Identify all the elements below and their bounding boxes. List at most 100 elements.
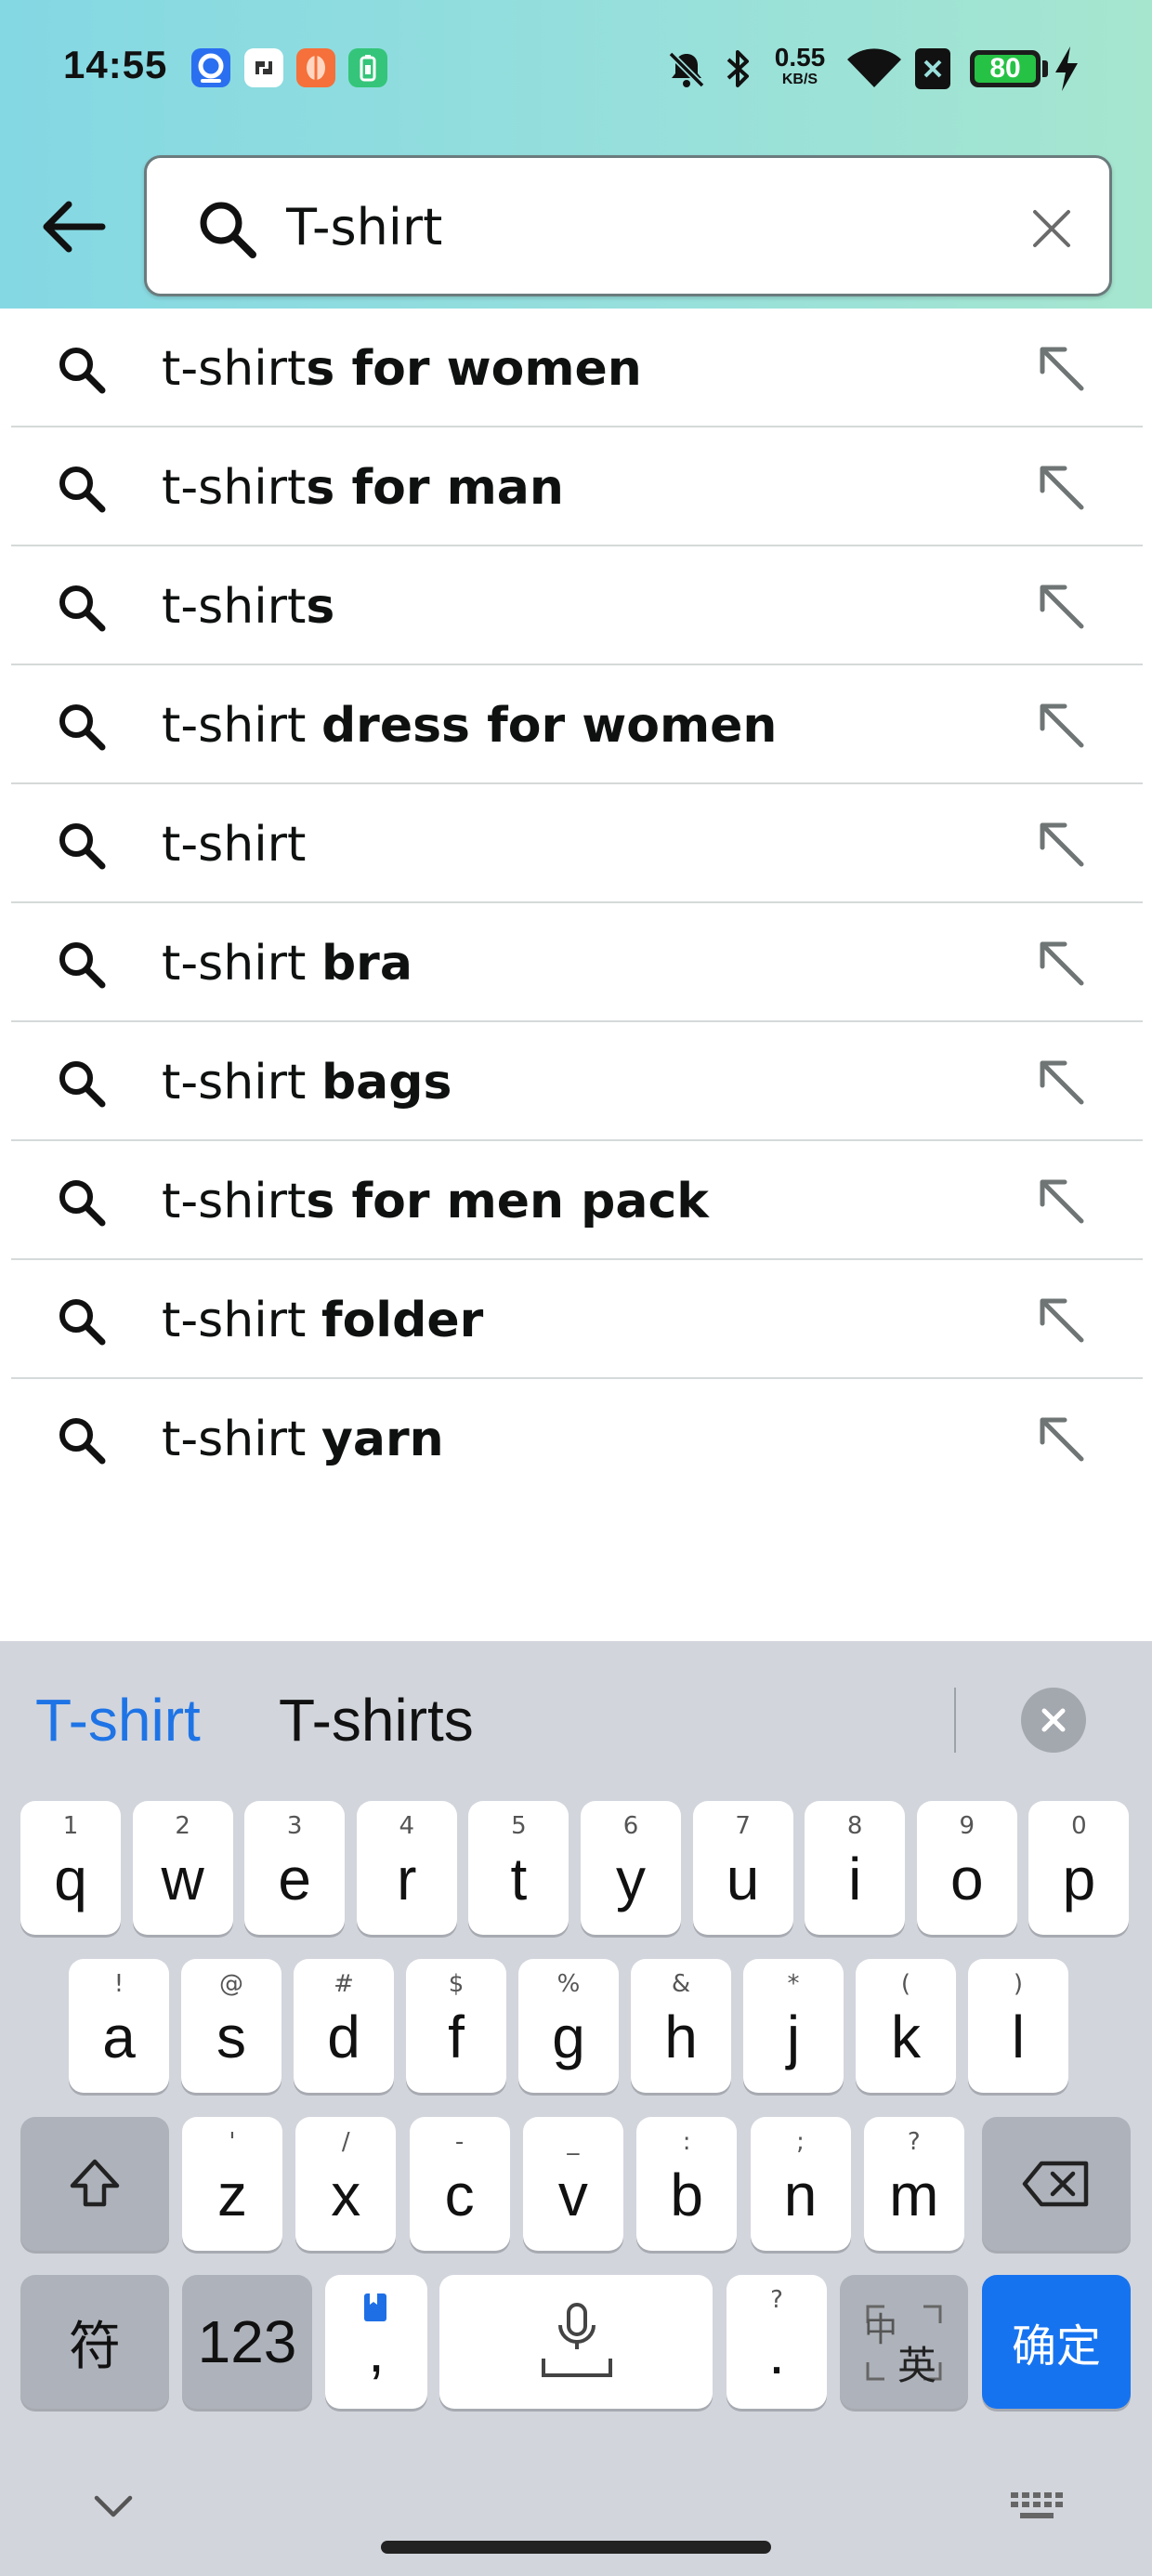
suggestion-text: t-shirts bbox=[162, 574, 334, 639]
key-q[interactable]: 1q bbox=[20, 1801, 121, 1935]
search-icon bbox=[59, 1299, 106, 1346]
key-d[interactable]: # d bbox=[294, 1959, 394, 2093]
key-hint: : bbox=[682, 2128, 691, 2156]
suggestion-query: t-shirt bbox=[162, 1412, 321, 1467]
key-label: f bbox=[448, 2004, 465, 2070]
search-input[interactable] bbox=[286, 182, 992, 271]
fill-query-arrow-icon[interactable] bbox=[1033, 459, 1089, 515]
suggestion-text: t-shirt dress for women bbox=[162, 693, 777, 758]
close-candidates-button[interactable] bbox=[1021, 1688, 1086, 1753]
suggestion-item[interactable]: t-shirt dress for women bbox=[11, 665, 1143, 784]
network-speed-unit: KB/S bbox=[781, 72, 818, 87]
key-x[interactable]: / x bbox=[295, 2117, 397, 2251]
suggestion-text: t-shirts for men pack bbox=[162, 1169, 709, 1234]
key-e[interactable]: 3e bbox=[244, 1801, 346, 1935]
key-n[interactable]: ; n bbox=[750, 2117, 851, 2251]
key-hint: & bbox=[671, 1970, 691, 1998]
period-key[interactable]: ? . bbox=[727, 2275, 827, 2409]
close-icon bbox=[1041, 1708, 1066, 1732]
key-label: q bbox=[54, 1846, 87, 1912]
search-icon bbox=[200, 202, 256, 258]
key-l[interactable]: ) l bbox=[968, 1959, 1068, 2093]
suggestion-completion: s for women bbox=[306, 341, 642, 397]
candidate-bar: T-shirt T-shirts bbox=[0, 1641, 1152, 1794]
key-a[interactable]: ! a bbox=[69, 1959, 169, 2093]
key-r[interactable]: 4r bbox=[356, 1801, 457, 1935]
key-g[interactable]: % g bbox=[518, 1959, 619, 2093]
soft-keyboard: T-shirt T-shirts 1q2w3e4r5t6y7u8i9o0p ! a… bbox=[0, 1641, 1152, 2576]
key-label: m bbox=[889, 2162, 939, 2228]
suggestion-item[interactable]: t-shirt yarn bbox=[11, 1379, 1143, 1498]
fill-query-arrow-icon[interactable] bbox=[1033, 340, 1089, 396]
key-w[interactable]: 2w bbox=[132, 1801, 233, 1935]
hide-keyboard-chevron-icon[interactable] bbox=[93, 2494, 134, 2520]
key-t[interactable]: 5t bbox=[468, 1801, 569, 1935]
key-i[interactable]: 8i bbox=[805, 1801, 906, 1935]
key-label: u bbox=[726, 1846, 760, 1912]
symbols-key[interactable]: 符 bbox=[20, 2275, 169, 2409]
fill-query-arrow-icon[interactable] bbox=[1033, 1054, 1089, 1110]
key-z[interactable]: ' z bbox=[182, 2117, 282, 2251]
fill-query-arrow-icon[interactable] bbox=[1033, 1292, 1089, 1347]
close-icon bbox=[1033, 210, 1070, 247]
key-u[interactable]: 7u bbox=[692, 1801, 793, 1935]
fill-query-arrow-icon[interactable] bbox=[1033, 697, 1089, 753]
fill-query-arrow-icon[interactable] bbox=[1033, 816, 1089, 872]
search-icon bbox=[59, 704, 106, 751]
suggestion-item[interactable]: t-shirt folder bbox=[11, 1260, 1143, 1379]
notification-app-icon-2 bbox=[244, 48, 283, 87]
key-label: y bbox=[616, 1846, 646, 1912]
language-switch-key[interactable]: 中 英 bbox=[840, 2275, 968, 2409]
suggestion-item[interactable]: t-shirts for women bbox=[11, 309, 1143, 427]
key-y[interactable]: 6y bbox=[581, 1801, 681, 1935]
candidate-word[interactable]: T-shirts bbox=[279, 1686, 474, 1755]
fill-query-arrow-icon[interactable] bbox=[1033, 578, 1089, 634]
home-indicator[interactable] bbox=[381, 2541, 771, 2554]
shift-key[interactable] bbox=[20, 2117, 169, 2251]
key-label: w bbox=[161, 1846, 204, 1912]
suggestion-item[interactable]: t-shirts for men pack bbox=[11, 1141, 1143, 1260]
suggestion-item[interactable]: t-shirt bra bbox=[11, 903, 1143, 1022]
back-button[interactable] bbox=[33, 191, 111, 262]
key-label: a bbox=[102, 2004, 136, 2070]
key-p[interactable]: 0p bbox=[1028, 1801, 1130, 1935]
key-hint: 4 bbox=[399, 1812, 415, 1840]
fill-query-arrow-icon[interactable] bbox=[1033, 1173, 1089, 1229]
key-j[interactable]: * j bbox=[743, 1959, 844, 2093]
key-v[interactable]: _ v bbox=[522, 2117, 623, 2251]
suggestion-text: t-shirt folder bbox=[162, 1288, 483, 1353]
fill-query-arrow-icon[interactable] bbox=[1033, 935, 1089, 991]
backspace-icon bbox=[1022, 2161, 1089, 2207]
key-s[interactable]: @ s bbox=[181, 1959, 281, 2093]
numbers-key[interactable]: 123 bbox=[182, 2275, 312, 2409]
key-h[interactable]: & h bbox=[631, 1959, 731, 2093]
backspace-key[interactable] bbox=[982, 2117, 1131, 2251]
candidate-word-selected[interactable]: T-shirt bbox=[35, 1686, 201, 1755]
search-icon bbox=[59, 1180, 106, 1227]
key-c[interactable]: -c bbox=[409, 2117, 510, 2251]
key-label: n bbox=[783, 2162, 818, 2228]
comma-key[interactable]: , bbox=[325, 2275, 427, 2409]
key-f[interactable]: $ f bbox=[406, 1959, 506, 2093]
key-k[interactable]: (k bbox=[856, 1959, 956, 2093]
suggestion-text: t-shirts for women bbox=[162, 336, 642, 401]
suggestion-item[interactable]: t-shirt bags bbox=[11, 1022, 1143, 1141]
suggestion-item[interactable]: t-shirts bbox=[11, 546, 1143, 665]
key-m[interactable]: ? m bbox=[863, 2117, 964, 2251]
battery-percent: 80 bbox=[989, 53, 1021, 84]
clear-search-button[interactable] bbox=[1022, 199, 1081, 258]
key-hint: % bbox=[556, 1970, 581, 1998]
confirm-key[interactable]: 确定 bbox=[982, 2275, 1131, 2409]
suggestion-list: t-shirts for women t-shirts for man t-sh… bbox=[0, 309, 1152, 1498]
key-b[interactable]: :b bbox=[636, 2117, 738, 2251]
fill-query-arrow-icon[interactable] bbox=[1033, 1411, 1089, 1466]
key-o[interactable]: 9o bbox=[916, 1801, 1017, 1935]
search-box[interactable] bbox=[144, 155, 1112, 296]
suggestion-item[interactable]: t-shirts for man bbox=[11, 427, 1143, 546]
suggestion-completion: s for man bbox=[306, 460, 564, 516]
microphone-icon bbox=[542, 2303, 612, 2377]
keyboard-switch-icon[interactable] bbox=[1009, 2491, 1065, 2528]
suggestion-item[interactable]: t-shirt bbox=[11, 784, 1143, 903]
space-key[interactable] bbox=[439, 2275, 713, 2409]
period-key-hint: ? bbox=[770, 2286, 783, 2314]
